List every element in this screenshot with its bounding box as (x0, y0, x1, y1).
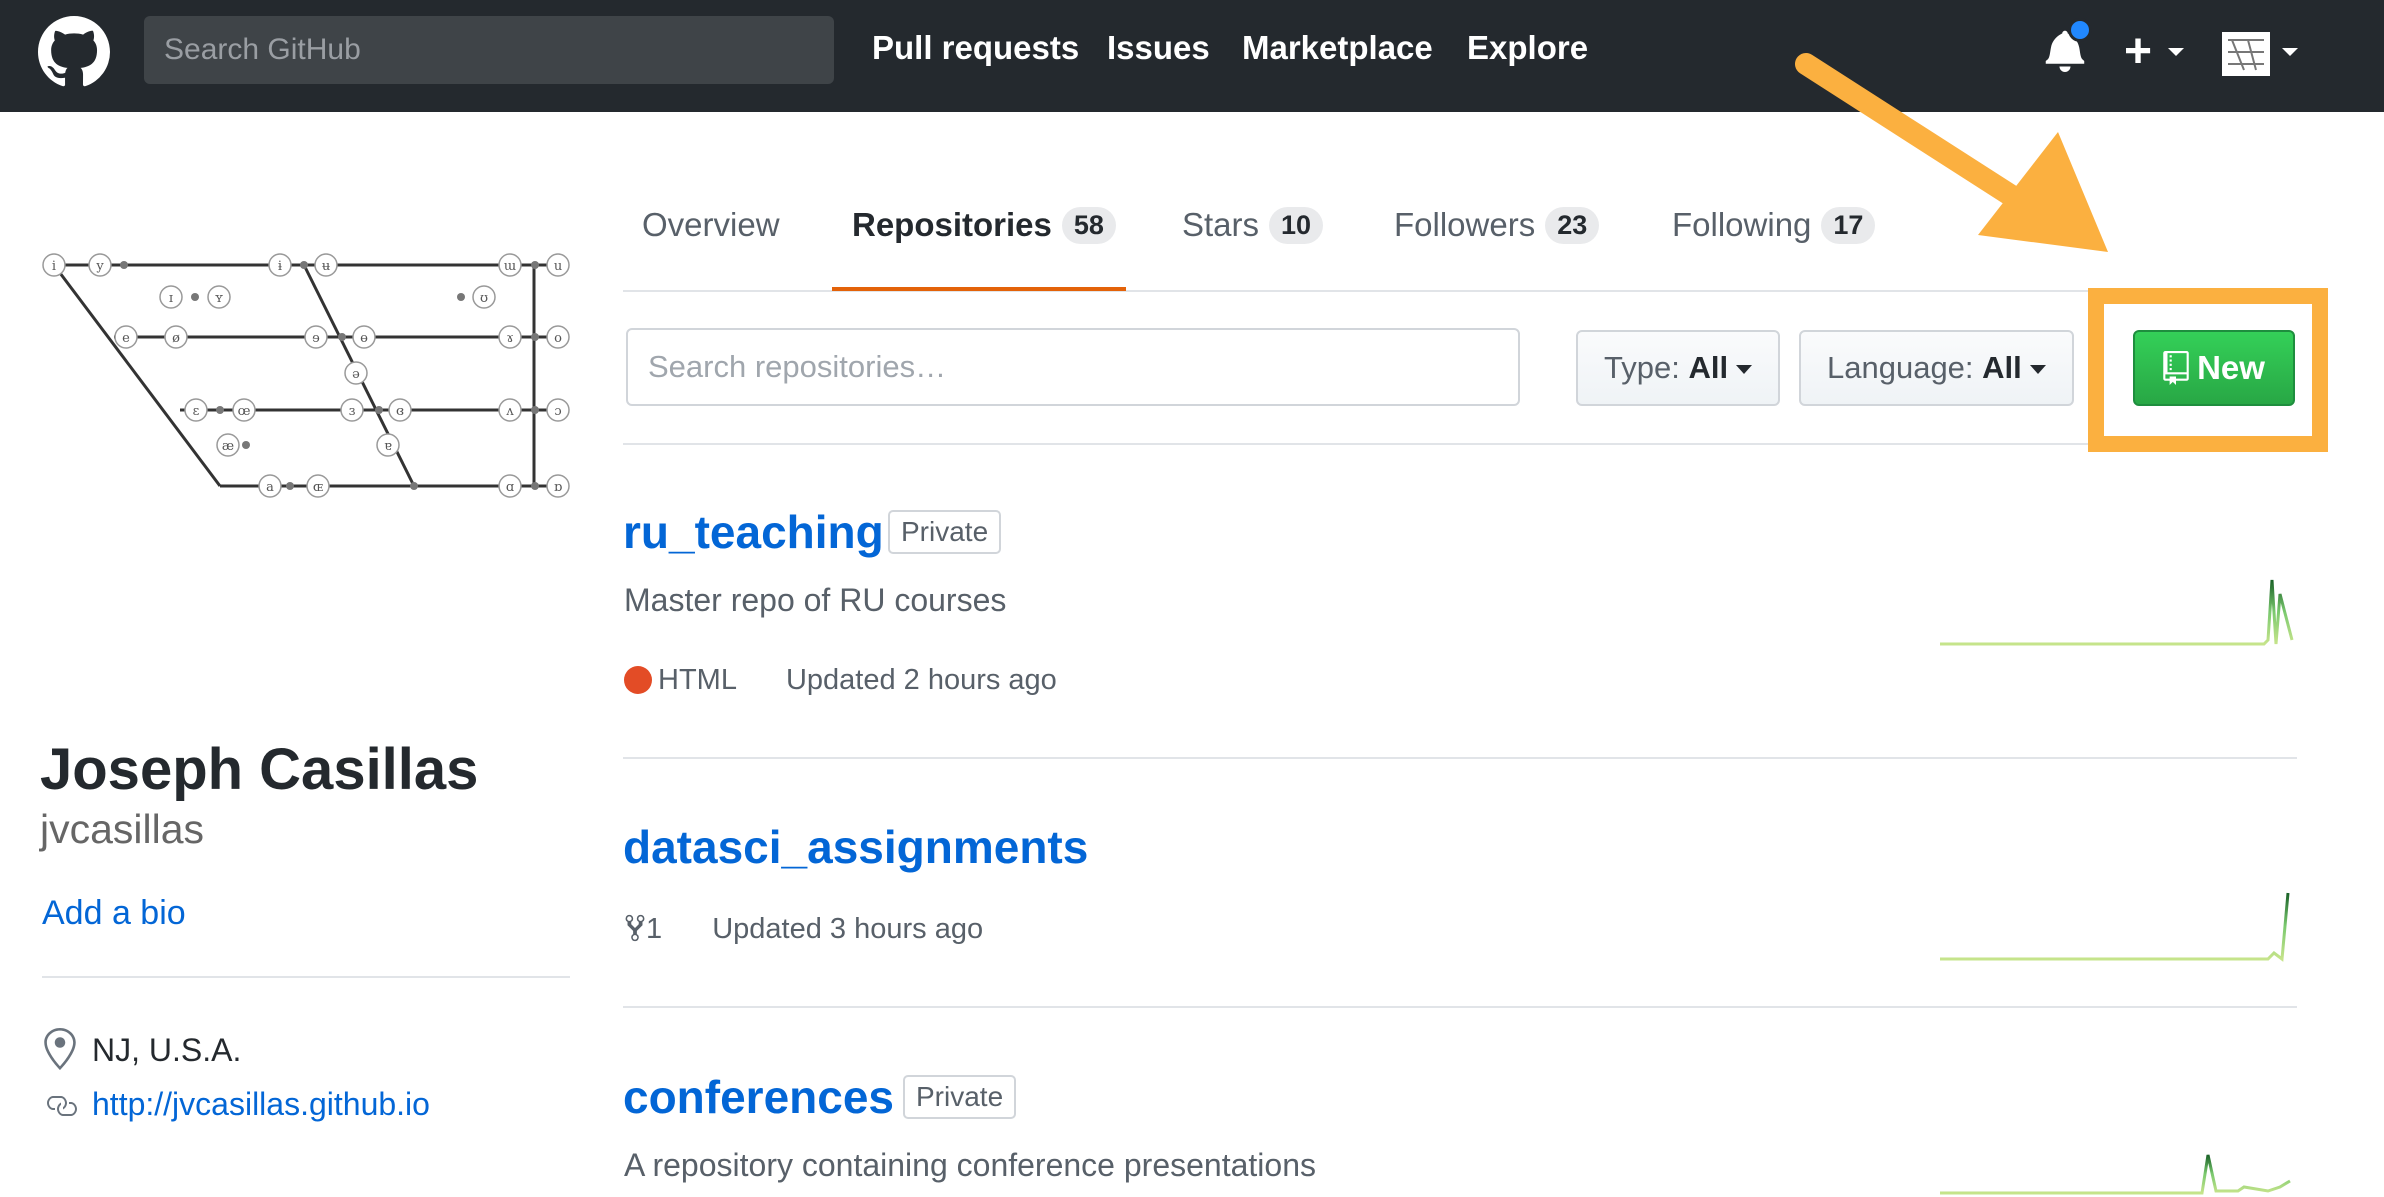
svg-text:ɨ: ɨ (278, 259, 282, 274)
tab-label: Repositories (852, 206, 1052, 243)
svg-text:ɒ: ɒ (554, 480, 562, 495)
repo-name-link[interactable]: datasci_assignments (623, 820, 1088, 874)
tab-followers[interactable]: Followers 23 (1394, 206, 1600, 244)
svg-text:i: i (52, 259, 56, 274)
svg-text:ɯ: ɯ (504, 259, 516, 274)
svg-text:y: y (95, 259, 104, 274)
annotation-arrow-icon (1795, 53, 2108, 252)
avatar-chart-icon (2222, 32, 2270, 76)
repo-meta: 1 Updated 3 hours ago (624, 913, 983, 946)
repo-divider (623, 1006, 2297, 1008)
svg-text:o: o (554, 331, 562, 346)
repo-meta: HTML Updated 2 hours ago (624, 664, 1057, 697)
svg-text:ɛ: ɛ (193, 404, 200, 419)
chevron-down-icon (2029, 365, 2046, 374)
svg-text:ɐ: ɐ (384, 439, 392, 454)
svg-text:e: e (122, 331, 130, 346)
avatar[interactable] (2222, 32, 2270, 76)
repo-updated: Updated 3 hours ago (712, 913, 984, 945)
svg-text:ə: ə (352, 367, 360, 382)
svg-text:ɑ: ɑ (506, 480, 514, 495)
svg-text:ʏ: ʏ (215, 291, 224, 306)
tab-stars[interactable]: Stars 10 (1182, 206, 1324, 244)
nav-marketplace[interactable]: Marketplace (1242, 29, 1433, 67)
nav-pull-requests[interactable]: Pull requests (872, 29, 1079, 67)
svg-text:a: a (266, 480, 274, 495)
fork-count[interactable]: 1 (646, 913, 662, 945)
tab-label: Stars (1182, 206, 1260, 243)
language-filter-button[interactable]: Language: All (1799, 330, 2074, 406)
svg-text:ø: ø (172, 331, 180, 346)
svg-text:œ: œ (238, 404, 251, 419)
repo-description: A repository containing conference prese… (624, 1147, 1316, 1183)
svg-text:ʉ: ʉ (322, 259, 330, 274)
github-logo-icon[interactable] (38, 16, 110, 88)
profile-avatar-vowel-chart: i y ɨ ʉ ɯ u ɪ ʏ ʊ e ø ɘ ɵ ɤ o ə ɛ œ ɜ ɞ ʌ ɔ æ ɐ a ɶ ɑ ɒ (42, 253, 570, 498)
tab-repositories[interactable]: Repositories 58 (852, 206, 1116, 244)
location-icon (44, 1028, 76, 1070)
svg-text:ʊ: ʊ (480, 291, 488, 306)
svg-text:ɘ: ɘ (312, 331, 320, 346)
svg-text:ɶ: ɶ (313, 480, 323, 495)
global-search-input[interactable] (144, 16, 834, 84)
repo-name-link[interactable]: ru_teaching (623, 505, 884, 559)
type-filter-label: Type: (1604, 350, 1680, 385)
filter-divider (623, 443, 2297, 445)
repo-description: Master repo of RU courses (624, 582, 1007, 618)
repo-divider (623, 757, 2297, 759)
svg-text:ɔ: ɔ (554, 404, 561, 419)
repository-search-input[interactable] (628, 330, 1518, 404)
divider (42, 976, 570, 978)
language-filter-value: All (1982, 350, 2022, 385)
link-icon (47, 1096, 77, 1116)
repository-search[interactable] (626, 328, 1520, 406)
repo-language: HTML (658, 664, 736, 696)
svg-text:ɵ: ɵ (360, 331, 368, 346)
svg-text:ɪ: ɪ (169, 291, 173, 306)
svg-text:ʌ: ʌ (505, 404, 514, 419)
repositories-count: 58 (1061, 207, 1116, 244)
language-color-dot (624, 666, 652, 694)
followers-count: 23 (1545, 207, 1600, 244)
svg-text:u: u (554, 259, 562, 274)
plus-icon[interactable]: + (2124, 22, 2152, 82)
type-filter-button[interactable]: Type: All (1576, 330, 1781, 406)
notification-indicator (2068, 18, 2092, 42)
activity-sparkline (1940, 579, 2294, 646)
profile-location: NJ, U.S.A. (92, 1032, 242, 1068)
activity-sparkline (1940, 1154, 2291, 1195)
type-filter-value: All (1688, 350, 1729, 385)
add-bio-link[interactable]: Add a bio (42, 894, 186, 933)
profile-website-link[interactable]: http://jvcasillas.github.io (92, 1086, 430, 1123)
tab-label: Followers (1394, 206, 1536, 243)
svg-text:æ: æ (222, 439, 234, 454)
repo-name-link[interactable]: conferences (623, 1070, 894, 1124)
nav-issues[interactable]: Issues (1107, 29, 1210, 67)
activity-sparkline (1940, 892, 2290, 962)
global-search[interactable] (144, 16, 834, 84)
private-badge: Private (888, 510, 1002, 554)
fork-icon (625, 914, 645, 942)
chevron-down-icon (1736, 365, 1753, 374)
profile-full-name: Joseph Casillas (40, 737, 479, 802)
annotation-highlight-box (2088, 288, 2328, 452)
chevron-down-icon[interactable] (2168, 48, 2184, 56)
active-tab-indicator (832, 287, 1126, 291)
private-badge: Private (903, 1075, 1017, 1119)
repo-updated: Updated 2 hours ago (785, 664, 1057, 696)
tab-label: Overview (642, 206, 780, 243)
chevron-down-icon[interactable] (2282, 48, 2298, 56)
svg-text:ɤ: ɤ (506, 331, 513, 346)
tab-overview[interactable]: Overview (642, 206, 780, 244)
nav-explore[interactable]: Explore (1467, 29, 1588, 67)
language-filter-label: Language: (1827, 350, 1974, 385)
svg-text:ɜ: ɜ (349, 404, 356, 419)
profile-username: jvcasillas (40, 806, 205, 852)
stars-count: 10 (1269, 207, 1324, 244)
svg-text:ɞ: ɞ (396, 404, 404, 419)
